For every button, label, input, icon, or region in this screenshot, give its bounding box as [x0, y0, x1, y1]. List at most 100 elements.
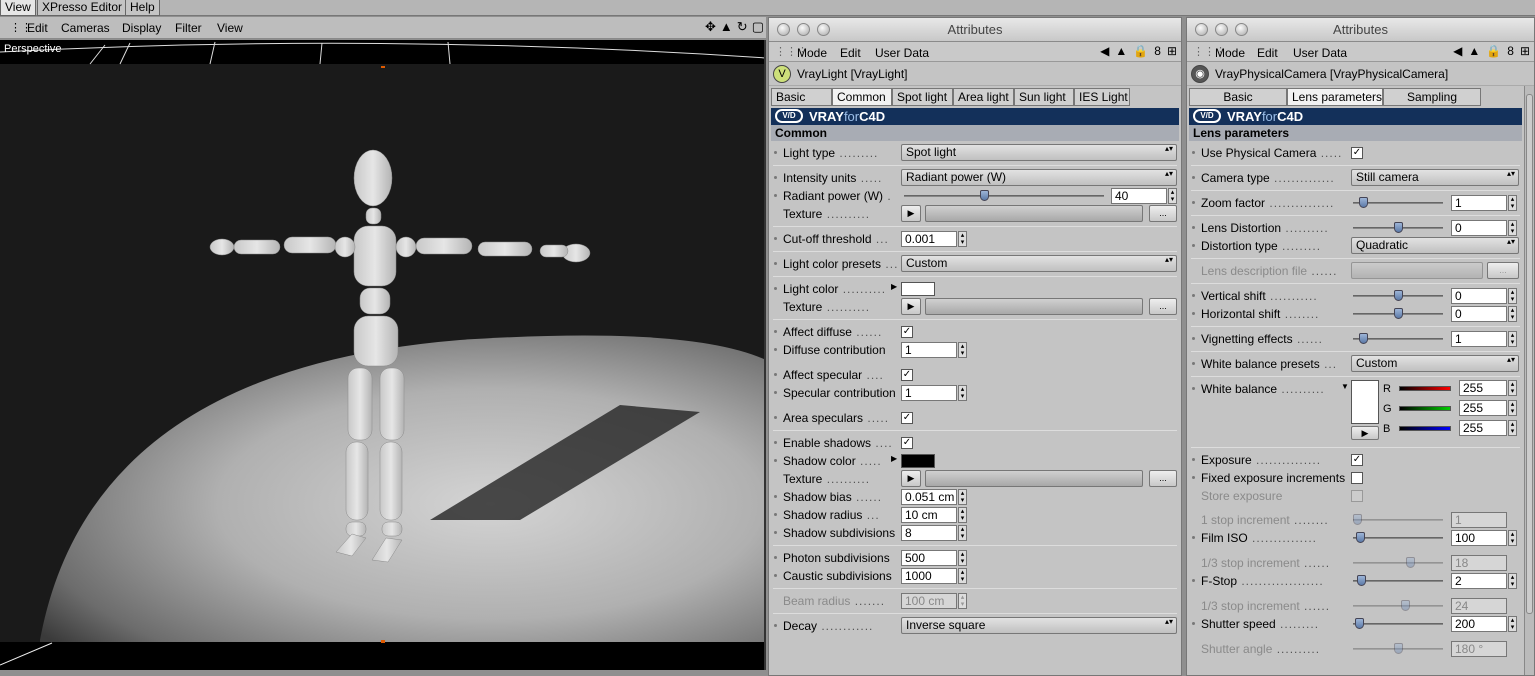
slider-thumb[interactable]: [1356, 532, 1365, 543]
color-picker-arrow-button[interactable]: ▶: [1351, 426, 1379, 440]
diffuse-contribution-input[interactable]: 1: [901, 342, 957, 358]
white-balance-swatch[interactable]: [1351, 380, 1379, 424]
tab-help[interactable]: Help: [125, 0, 160, 16]
expand-arrow-icon[interactable]: ▼: [1341, 382, 1349, 391]
slider-thumb[interactable]: [1355, 618, 1364, 629]
texture-arrow-button[interactable]: ▶: [901, 470, 921, 487]
light-type-select[interactable]: Spot light: [901, 144, 1177, 161]
film-iso-input[interactable]: 100: [1451, 530, 1507, 546]
film-iso-slider[interactable]: [1353, 537, 1443, 539]
shutter-speed-input[interactable]: 200: [1451, 616, 1507, 632]
photon-subdivisions-input[interactable]: 500: [901, 550, 957, 566]
back-arrow-icon[interactable]: ◀: [1453, 44, 1462, 58]
enable-shadows-checkbox[interactable]: ✓: [901, 437, 913, 449]
menu-edit[interactable]: Edit: [1257, 46, 1278, 60]
slider-thumb[interactable]: [1394, 290, 1403, 301]
use-physical-camera-checkbox[interactable]: ✓: [1351, 147, 1363, 159]
caustic-subdivisions-input[interactable]: 1000: [901, 568, 957, 584]
color-presets-select[interactable]: Custom: [901, 255, 1177, 272]
zoom-factor-input[interactable]: 1: [1451, 195, 1507, 211]
intensity-units-select[interactable]: Radiant power (W): [901, 169, 1177, 186]
spinner[interactable]: ▴ ▾: [958, 385, 967, 401]
menu-mode[interactable]: Mode: [797, 46, 827, 60]
link-icon[interactable]: 8: [1507, 44, 1514, 58]
lock-icon[interactable]: 🔒: [1486, 44, 1501, 58]
move-icon[interactable]: ✥: [705, 19, 716, 35]
shutter-speed-slider[interactable]: [1353, 623, 1443, 625]
blue-channel-slider[interactable]: [1399, 426, 1451, 431]
back-arrow-icon[interactable]: ◀: [1100, 44, 1109, 58]
cutoff-input[interactable]: 0.001: [901, 231, 957, 247]
tab-sun-light[interactable]: Sun light: [1014, 88, 1074, 106]
close-icon[interactable]: [777, 23, 790, 36]
tab-lens-parameters[interactable]: Lens parameters: [1287, 88, 1383, 106]
texture-arrow-button[interactable]: ▶: [901, 298, 921, 315]
spinner[interactable]: ▴ ▾: [1508, 288, 1517, 304]
radiant-power-input[interactable]: 40: [1111, 188, 1167, 204]
lock-icon[interactable]: 🔒: [1133, 44, 1148, 58]
spinner[interactable]: ▴ ▾: [1508, 195, 1517, 211]
spinner[interactable]: ▴ ▾: [958, 489, 967, 505]
affect-diffuse-checkbox[interactable]: ✓: [901, 326, 913, 338]
menu-edit[interactable]: Edit: [840, 46, 861, 60]
slider-thumb[interactable]: [1357, 575, 1366, 586]
new-panel-icon[interactable]: ⊞: [1520, 44, 1530, 58]
menu-display[interactable]: Display: [122, 21, 161, 35]
rotate-icon[interactable]: ▲: [720, 19, 733, 35]
menu-filter[interactable]: Filter: [175, 21, 202, 35]
spinner[interactable]: ▴ ▾: [1508, 573, 1517, 589]
spinner[interactable]: ▴ ▾: [958, 525, 967, 541]
green-channel-slider[interactable]: [1399, 406, 1451, 411]
spinner[interactable]: ▴ ▾: [1508, 530, 1517, 546]
spinner[interactable]: ▴ ▾: [958, 342, 967, 358]
minimize-icon[interactable]: [1215, 23, 1228, 36]
distortion-type-select[interactable]: Quadratic: [1351, 237, 1519, 254]
texture-arrow-button[interactable]: ▶: [901, 205, 921, 222]
tab-basic[interactable]: Basic: [1189, 88, 1287, 106]
tab-ies-light[interactable]: IES Light: [1074, 88, 1130, 106]
shadow-subdivisions-input[interactable]: 8: [901, 525, 957, 541]
f-stop-input[interactable]: 2: [1451, 573, 1507, 589]
shadow-bias-input[interactable]: 0.051 cm: [901, 489, 957, 505]
spinner[interactable]: ▴ ▾: [1508, 380, 1517, 396]
tab-xpresso-editor[interactable]: XPresso Editor: [37, 0, 128, 16]
menu-view[interactable]: View: [217, 21, 243, 35]
close-icon[interactable]: [1195, 23, 1208, 36]
spinner[interactable]: ▴ ▾: [1508, 616, 1517, 632]
vignetting-input[interactable]: 1: [1451, 331, 1507, 347]
decay-select[interactable]: Inverse square: [901, 617, 1177, 634]
lens-distortion-input[interactable]: 0: [1451, 220, 1507, 236]
spinner[interactable]: ▴ ▾: [958, 550, 967, 566]
camera-type-select[interactable]: Still camera: [1351, 169, 1519, 186]
new-panel-icon[interactable]: ⊞: [1167, 44, 1177, 58]
menu-user-data[interactable]: User Data: [1293, 46, 1347, 60]
tab-sampling[interactable]: Sampling: [1383, 88, 1481, 106]
expand-arrow-icon[interactable]: ▶: [891, 454, 897, 463]
zoom-window-icon[interactable]: [1235, 23, 1248, 36]
green-input[interactable]: 255: [1459, 400, 1507, 416]
menu-mode[interactable]: Mode: [1215, 46, 1245, 60]
slider-thumb[interactable]: [1394, 222, 1403, 233]
texture-slot[interactable]: [925, 298, 1143, 315]
slider-thumb[interactable]: [1394, 308, 1403, 319]
spinner[interactable]: ▴ ▾: [958, 231, 967, 247]
exposure-checkbox[interactable]: ✓: [1351, 454, 1363, 466]
spinner[interactable]: ▴ ▾: [958, 507, 967, 523]
menu-edit[interactable]: Edit: [27, 21, 48, 35]
texture-slot[interactable]: [925, 205, 1143, 222]
expand-arrow-icon[interactable]: ▶: [891, 282, 897, 291]
perspective-viewport[interactable]: Perspective: [0, 40, 766, 670]
minimize-icon[interactable]: [797, 23, 810, 36]
slider-thumb[interactable]: [1359, 333, 1368, 344]
affect-specular-checkbox[interactable]: ✓: [901, 369, 913, 381]
slider-thumb[interactable]: [1359, 197, 1368, 208]
spinner[interactable]: ▴ ▾: [1508, 331, 1517, 347]
area-speculars-checkbox[interactable]: ✓: [901, 412, 913, 424]
texture-browse-button[interactable]: ...: [1149, 298, 1177, 315]
tab-basic[interactable]: Basic: [771, 88, 832, 106]
vertical-shift-input[interactable]: 0: [1451, 288, 1507, 304]
red-channel-slider[interactable]: [1399, 386, 1451, 391]
slider-thumb[interactable]: [980, 190, 989, 201]
spinner[interactable]: ▴ ▾: [1508, 220, 1517, 236]
panel-scrollbar[interactable]: [1524, 86, 1534, 675]
